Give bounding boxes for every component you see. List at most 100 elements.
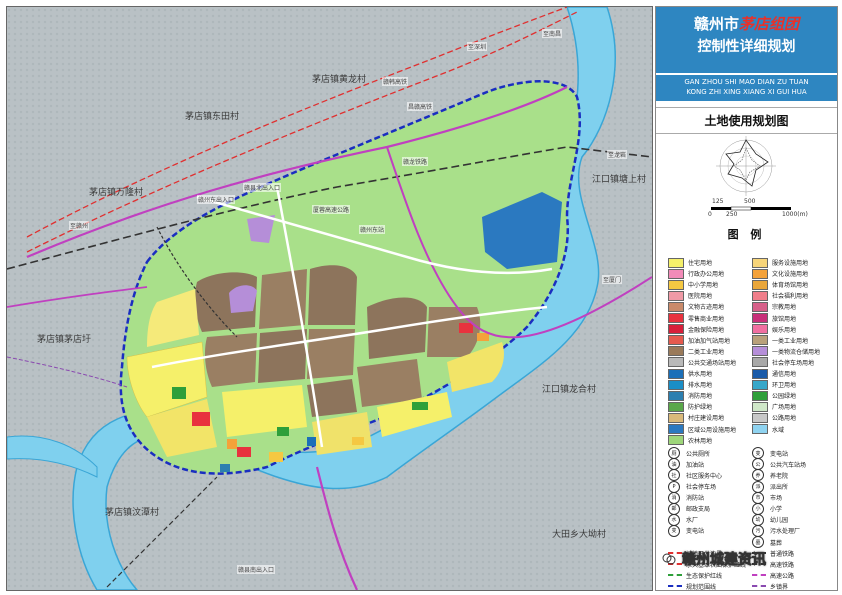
legend-swatch bbox=[752, 379, 768, 390]
legend-swatch bbox=[752, 313, 768, 323]
legend-line-swatch bbox=[668, 582, 682, 590]
village-label: 茅店镇东田村 bbox=[185, 112, 240, 122]
road-label: 至厦门 bbox=[602, 275, 623, 284]
legend-swatch bbox=[752, 324, 768, 335]
map-subtitle: 土地使用规划图 bbox=[656, 107, 837, 134]
plan-name: 控制性详细规划 bbox=[697, 39, 796, 55]
village-label: 江口镇塘上村 bbox=[592, 175, 647, 185]
legend-label: 变电站 bbox=[770, 450, 789, 458]
legend-symbol-icon: P bbox=[668, 480, 680, 493]
legend-label: 加油加气站用地 bbox=[688, 337, 731, 345]
legend-swatch bbox=[668, 401, 684, 412]
legend-item: 行政办公用地 bbox=[668, 268, 724, 279]
legend-item: 体育场馆用地 bbox=[752, 279, 808, 290]
legend-item: 水域 bbox=[752, 424, 784, 435]
road-label: 至南昌 bbox=[542, 29, 563, 38]
legend-label: 服务设施用地 bbox=[772, 260, 809, 267]
legend-swatch bbox=[668, 357, 684, 368]
legend-item: 旅馆用地 bbox=[752, 313, 796, 324]
legend-swatch bbox=[668, 346, 684, 357]
legend-item: 农林用地 bbox=[668, 435, 712, 446]
legend-swatch bbox=[668, 412, 684, 423]
legend-item: 社社区服务中心 bbox=[668, 469, 722, 482]
legend-swatch bbox=[668, 390, 684, 401]
legend-label: 水域 bbox=[772, 426, 785, 434]
green-park bbox=[277, 427, 289, 436]
legend-swatch bbox=[752, 424, 768, 434]
legend-swatch bbox=[752, 401, 768, 412]
legend-item: 水水厂 bbox=[668, 513, 698, 526]
road-label: 厦蓉高速公路 bbox=[312, 205, 351, 214]
logistics-zone bbox=[229, 285, 257, 313]
legend-item: 公园绿地 bbox=[752, 390, 796, 401]
village-label: 江口镇龙合村 bbox=[542, 385, 597, 395]
legend-label: 生态保护红线 bbox=[686, 572, 723, 580]
legend-swatch bbox=[668, 301, 684, 312]
legend-item: 邮邮政支局 bbox=[668, 502, 711, 515]
legend-swatch bbox=[668, 313, 684, 323]
wind-rose-icon bbox=[716, 136, 776, 196]
legend-swatch bbox=[752, 268, 768, 279]
legend-swatch bbox=[752, 290, 768, 301]
legend-swatch bbox=[752, 335, 768, 346]
watermark: 赣州城建资讯 bbox=[662, 548, 832, 570]
legend-label: 文化设施用地 bbox=[772, 271, 809, 279]
legend-item: 高速公路 bbox=[752, 570, 794, 581]
legend-item: 乡镇界 bbox=[752, 581, 788, 592]
legend-label: 金融保险用地 bbox=[688, 326, 725, 334]
legend-label: 二类工业用地 bbox=[688, 348, 725, 356]
legend-item: 二类工业用地 bbox=[668, 346, 724, 357]
legend-symbol-icon: 墓 bbox=[752, 536, 764, 548]
legend-label: 防护绿地 bbox=[688, 404, 713, 412]
legend-item: 公路用地 bbox=[752, 412, 796, 423]
road-label: 赣州东出入口 bbox=[197, 195, 236, 204]
legend-swatch bbox=[668, 379, 684, 390]
legend-swatch bbox=[752, 390, 768, 401]
legend-item: 生态保护红线 bbox=[668, 570, 722, 581]
legend-item: 油加油站 bbox=[668, 458, 704, 471]
legend-item: 文物古迹用地 bbox=[668, 301, 724, 312]
legend-item: 社会停车场用地 bbox=[752, 357, 814, 368]
legend-item: 变变电站 bbox=[668, 524, 704, 537]
legend-item: 污污水处理厂 bbox=[752, 524, 800, 537]
legend-label: 邮政支局 bbox=[686, 506, 711, 514]
legend-label: 娱乐用地 bbox=[772, 326, 797, 334]
legend-label: 社会停车场用地 bbox=[772, 359, 815, 367]
legend-label: 零售商业用地 bbox=[688, 315, 725, 323]
legend-swatch bbox=[752, 368, 768, 379]
legend-swatch bbox=[668, 435, 684, 446]
legend-swatch bbox=[752, 357, 768, 368]
legend-item: 排水用地 bbox=[668, 379, 712, 390]
legend-label: 农林用地 bbox=[688, 437, 713, 445]
land-use-map: 茅店镇黄龙村 茅店镇东田村 茅店镇万隆村 江口镇塘上村 茅店镇茅店圩 江口镇龙合… bbox=[6, 6, 653, 591]
village-label: 大田乡大坳村 bbox=[552, 530, 607, 540]
green-park bbox=[172, 387, 186, 399]
legend-label: 社会停车场 bbox=[686, 484, 717, 491]
legend-label: 公共交通场站用地 bbox=[688, 359, 737, 367]
legend-swatch bbox=[668, 324, 684, 335]
village-label: 茅店镇汶潭村 bbox=[105, 508, 160, 518]
legend-label: 住宅用地 bbox=[688, 260, 713, 267]
village-label: 茅店镇黄龙村 bbox=[312, 75, 367, 85]
road-label: 赣龙铁路 bbox=[402, 157, 429, 166]
commercial-block bbox=[192, 412, 210, 426]
legend-label: 消防用地 bbox=[688, 393, 713, 401]
legend-item: 防护绿地 bbox=[668, 401, 712, 412]
road-label: 赣县南出入口 bbox=[237, 565, 276, 574]
legend-label: 幼儿园 bbox=[770, 517, 789, 525]
legend-item: 变变电站 bbox=[752, 447, 789, 460]
scale-tick: 500 bbox=[744, 198, 756, 205]
watermark-text: 赣州城建资讯 bbox=[682, 552, 767, 569]
road-label: 昌赣高铁 bbox=[407, 102, 434, 111]
legend-label: 消防站 bbox=[686, 495, 705, 503]
legend-label: 社会福利用地 bbox=[772, 293, 809, 301]
legend-symbol-icon: 市 bbox=[752, 491, 764, 504]
legend-swatch bbox=[668, 268, 684, 279]
legend-item: 区域公用设施用地 bbox=[668, 424, 736, 435]
legend-swatch bbox=[752, 412, 768, 423]
legend-swatch bbox=[668, 368, 684, 379]
legend-title: 图 例 bbox=[727, 228, 766, 241]
legend-label: 区域公用设施用地 bbox=[688, 426, 737, 434]
legend-item bbox=[752, 435, 770, 446]
legend-symbol-icon: 养 bbox=[752, 469, 764, 482]
